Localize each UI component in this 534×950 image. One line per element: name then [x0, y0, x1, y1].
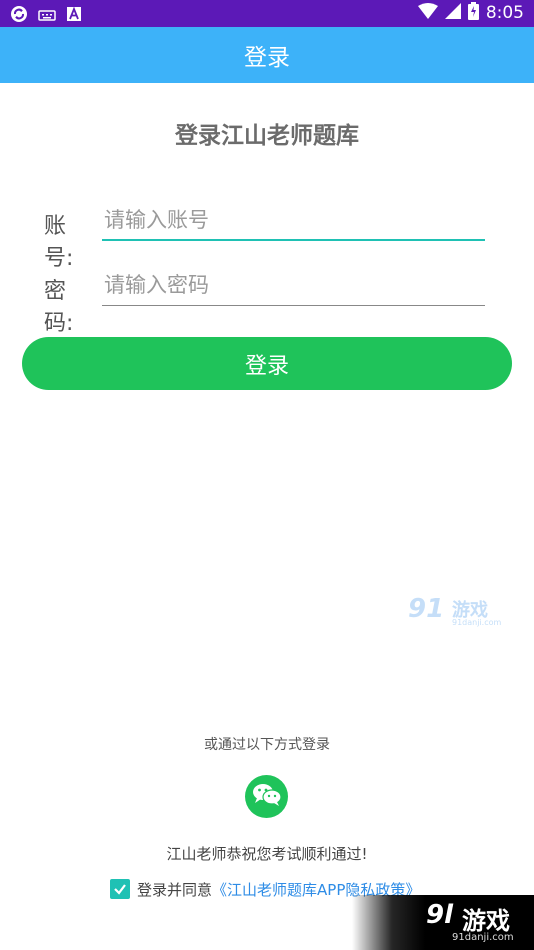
account-input[interactable] [102, 202, 489, 238]
password-underline [102, 305, 485, 306]
checkmark-icon [114, 884, 126, 895]
watermark-number: 91 [408, 594, 445, 624]
corner-watermark: 9l 游戏 91danji.com [352, 895, 534, 950]
account-underline [102, 239, 485, 241]
agree-checkbox[interactable] [110, 879, 130, 899]
watermark-url: 91danji.com [452, 618, 502, 627]
agree-text: 登录并同意 [137, 880, 213, 899]
sync-icon [10, 5, 28, 27]
signal-icon [444, 3, 461, 23]
battery-icon [467, 2, 479, 24]
a-icon [66, 6, 82, 26]
page-title: 登录江山老师题库 [175, 123, 359, 149]
password-input[interactable] [102, 267, 489, 303]
corner-watermark-number: 9l [426, 900, 454, 930]
app-bar-title: 登录 [244, 45, 290, 71]
account-label: 账号: [44, 214, 74, 271]
congrats-text: 江山老师恭祝您考试顺利通过! [166, 845, 368, 863]
app-bar: 登录 [0, 27, 534, 83]
wechat-login-button[interactable] [245, 775, 288, 818]
status-time: 8:05 [485, 3, 524, 23]
login-button[interactable]: 登录 [22, 337, 512, 390]
wifi-icon [417, 3, 438, 23]
watermark-logo: 91 游戏 91danji.com [408, 594, 504, 630]
corner-watermark-text: 游戏 [462, 907, 510, 935]
password-label: 密码: [44, 279, 74, 336]
keyboard-icon [38, 7, 56, 26]
status-bar: 8:05 [0, 0, 534, 27]
corner-watermark-url: 91danji.com [452, 932, 514, 943]
other-login-label: 或通过以下方式登录 [204, 737, 330, 753]
wechat-icon [252, 782, 282, 812]
